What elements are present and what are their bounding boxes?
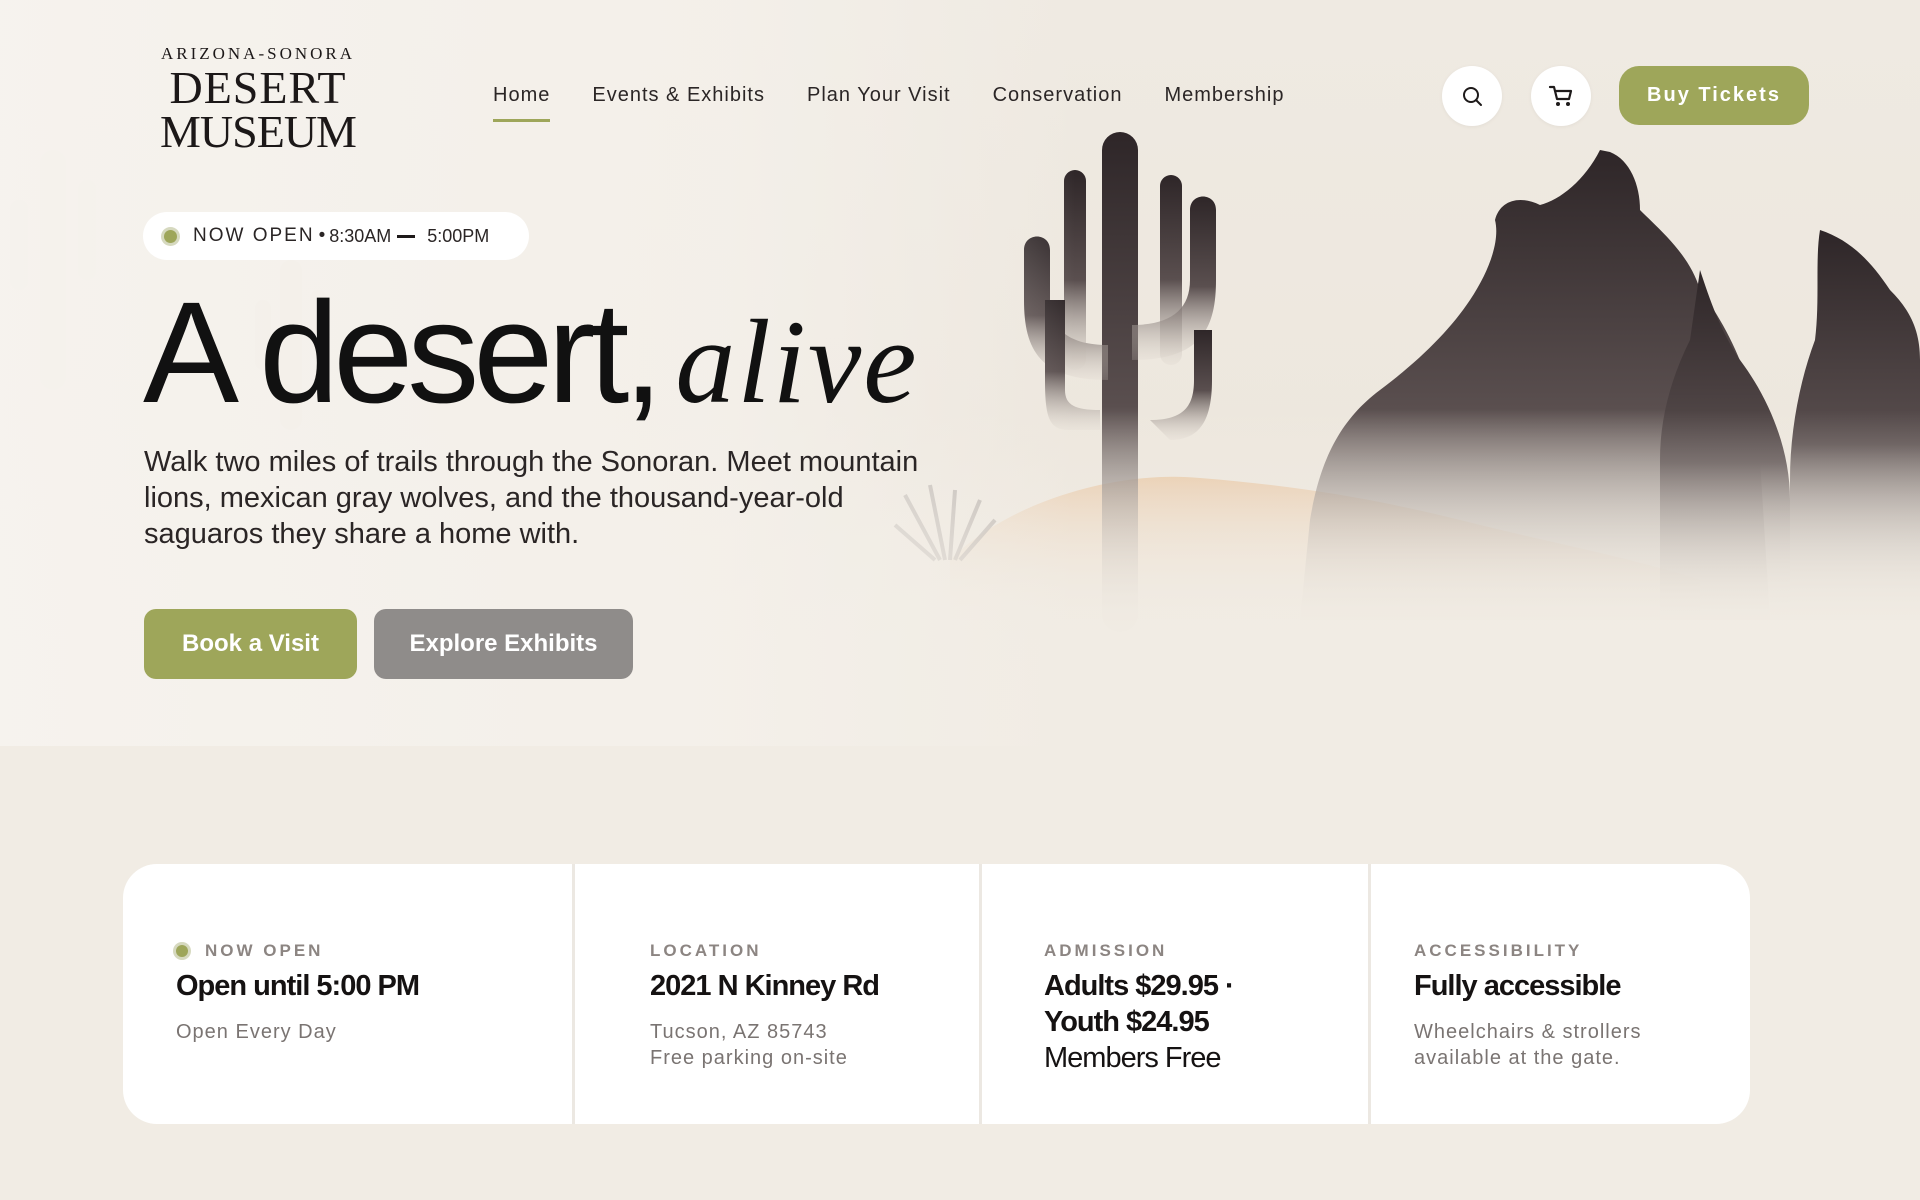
main-nav: Home Events & Exhibits Plan Your Visit C… <box>493 84 1327 122</box>
search-icon <box>1463 87 1482 106</box>
info-hours: NOW OPEN Open until 5:00 PM Open Every D… <box>123 864 575 1124</box>
admission-youth: Youth $24.95 <box>1044 1006 1210 1038</box>
hours-label: NOW OPEN <box>176 941 323 961</box>
nav-item-conservation[interactable]: Conservation <box>993 84 1123 122</box>
book-visit-button[interactable]: Book a Visit <box>144 609 357 679</box>
accessibility-line-2: available at the gate. <box>1414 1047 1621 1069</box>
location-parking: Free parking on-site <box>650 1047 848 1069</box>
location-label: LOCATION <box>650 941 762 960</box>
opening-time: 8:30AM <box>329 225 392 246</box>
open-status-label: NOW OPEN <box>193 225 315 246</box>
explore-exhibits-button[interactable]: Explore Exhibits <box>374 609 633 679</box>
time-range-dash-icon <box>397 234 416 238</box>
admission-label: ADMISSION <box>1044 941 1168 960</box>
open-status-pill: NOW OPEN • 8:30AM 5:00PM <box>143 212 529 260</box>
headline-main: A desert, <box>143 272 663 433</box>
museum-logo[interactable]: ARIZONA-SONORA DESERT MUSEUM <box>152 44 364 157</box>
hero-headline: A desert, alive <box>143 270 919 436</box>
cart-button[interactable] <box>1531 66 1591 126</box>
hours-label-text: NOW OPEN <box>205 941 324 960</box>
nav-item-plan-your-visit[interactable]: Plan Your Visit <box>807 84 951 122</box>
cart-icon <box>1548 85 1573 106</box>
info-admission: ADMISSION Adults $29.95 · Youth $24.95 M… <box>982 864 1371 1124</box>
accessibility-label: ACCESSIBILITY <box>1414 941 1583 960</box>
hours-sub: Open Every Day <box>176 1021 337 1043</box>
location-city: Tucson, AZ 85743 <box>650 1021 828 1043</box>
logo-line-2: DESERT <box>169 62 347 113</box>
location-main: 2021 N Kinney Rd <box>650 970 880 1002</box>
nav-item-events-exhibits[interactable]: Events & Exhibits <box>592 84 765 122</box>
status-dot-icon <box>164 229 177 243</box>
admission-members: Members Free <box>1044 1042 1222 1074</box>
nav-item-membership[interactable]: Membership <box>1164 84 1284 122</box>
hero-description: Walk two miles of trails through the Son… <box>144 446 919 550</box>
accessibility-main: Fully accessible <box>1414 970 1621 1002</box>
headline-accent: alive <box>675 295 919 428</box>
logo-line-1: ARIZONA-SONORA <box>160 44 356 63</box>
info-location: LOCATION 2021 N Kinney Rd Tucson, AZ 857… <box>575 864 982 1124</box>
logo-line-3: MUSEUM <box>160 106 357 157</box>
nav-item-home[interactable]: Home <box>493 84 551 122</box>
open-status-dot-icon <box>176 945 188 957</box>
search-button[interactable] <box>1442 66 1502 126</box>
buy-tickets-button[interactable]: Buy Tickets <box>1619 66 1809 125</box>
closing-time: 5:00PM <box>427 225 490 246</box>
accessibility-line-1: Wheelchairs & strollers <box>1414 1021 1642 1043</box>
info-accessibility: ACCESSIBILITY Fully accessible Wheelchai… <box>1371 864 1750 1124</box>
hours-main: Open until 5:00 PM <box>176 970 420 1002</box>
visitor-info-card: NOW OPEN Open until 5:00 PM Open Every D… <box>123 864 1750 1124</box>
admission-adults: Adults $29.95 · <box>1044 970 1235 1002</box>
status-separator: • <box>318 225 326 246</box>
admission-main: Adults $29.95 · Youth $24.95 Members Fre… <box>1044 968 1235 1076</box>
